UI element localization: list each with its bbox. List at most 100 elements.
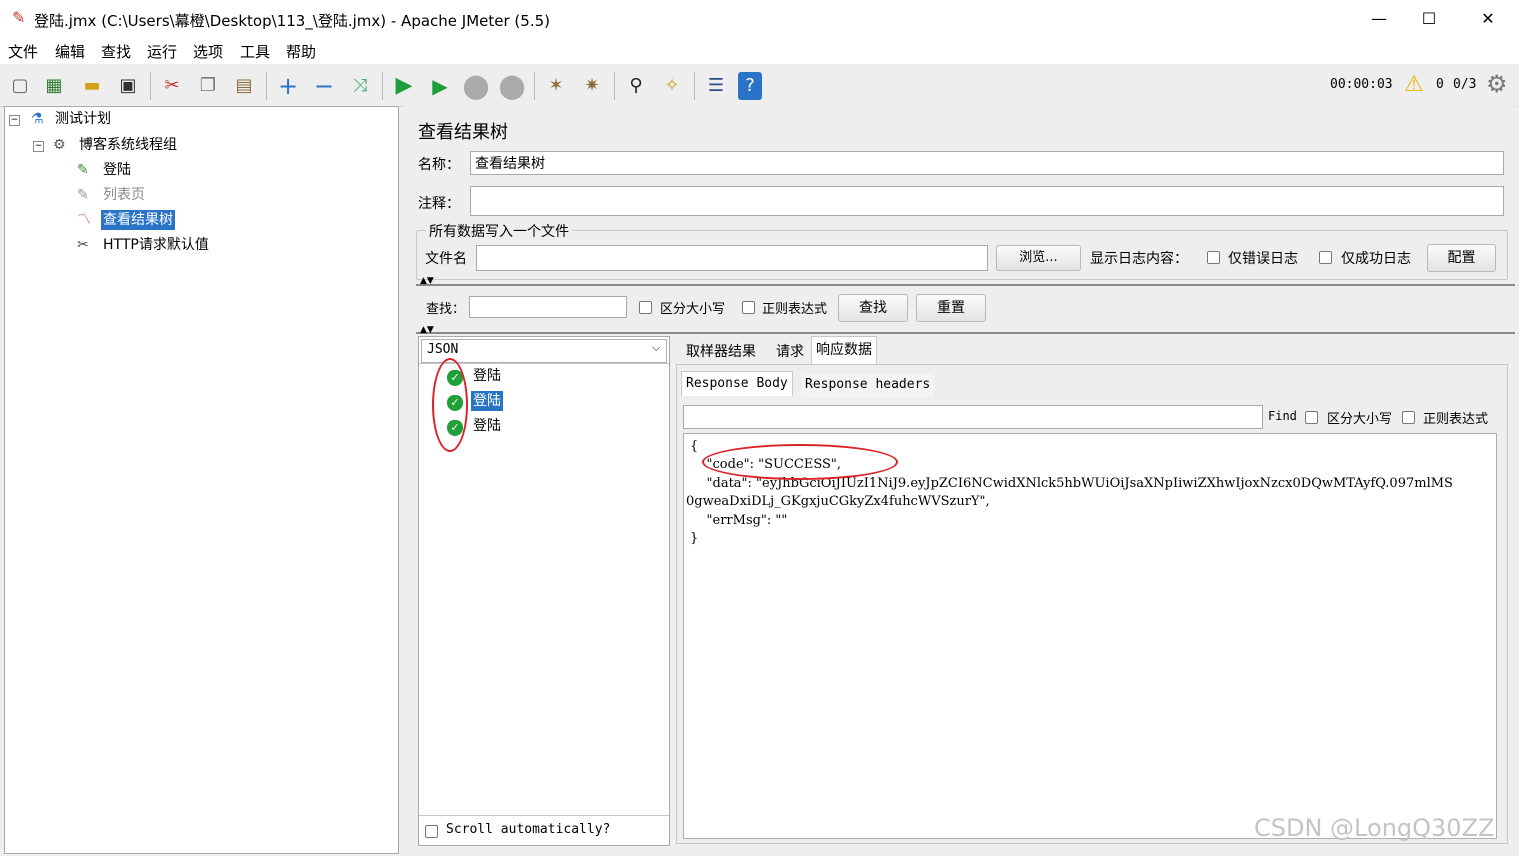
clear-all-icon[interactable]: ✷ bbox=[578, 72, 606, 100]
window-title: 登陆.jmx (C:\Users\幕橙\Desktop\113_\登陆.jmx)… bbox=[34, 12, 550, 30]
stop-icon[interactable]: ⬤ bbox=[462, 72, 490, 100]
filename-label: 文件名 bbox=[425, 251, 467, 267]
minimize-button[interactable]: — bbox=[1356, 4, 1402, 34]
json-line: { bbox=[690, 439, 699, 454]
view-results-tree-panel: 查看结果树 名称： 注释： 所有数据写入一个文件 文件名 浏览... 显示日志内… bbox=[404, 106, 1515, 852]
maximize-button[interactable]: ☐ bbox=[1406, 4, 1452, 34]
jmeter-feather-icon: ✎ bbox=[12, 8, 26, 27]
toggle-icon[interactable]: ⤨ bbox=[346, 72, 374, 100]
result-item-3[interactable]: 登陆 bbox=[473, 416, 501, 436]
renderer-select[interactable]: JSON ⌵ bbox=[421, 339, 667, 363]
filename-field[interactable] bbox=[476, 245, 988, 271]
shutdown-icon[interactable]: ⬤ bbox=[498, 72, 526, 100]
tree-thread-group[interactable]: 博客系统线程组 bbox=[79, 135, 177, 155]
tab-sampler-result[interactable]: 取样器结果 bbox=[682, 340, 760, 364]
success-only-label: 仅成功日志 bbox=[1341, 251, 1411, 267]
elapsed-timer: 00:00:03 bbox=[1330, 77, 1393, 92]
splitter[interactable] bbox=[416, 284, 1515, 286]
tab-response-data[interactable]: 响应数据 bbox=[811, 336, 877, 365]
paste-icon[interactable]: ▤ bbox=[230, 72, 258, 100]
search-label: 查找： bbox=[426, 302, 466, 317]
close-button[interactable]: ✕ bbox=[1465, 4, 1511, 34]
save-icon[interactable]: ▣ bbox=[114, 72, 142, 100]
find-case-checkbox[interactable] bbox=[1305, 411, 1318, 424]
search-icon[interactable]: ⚲ bbox=[622, 72, 650, 100]
name-field[interactable] bbox=[470, 151, 1504, 175]
find-in-body-field[interactable] bbox=[683, 405, 1263, 429]
browse-button[interactable]: 浏览... bbox=[996, 245, 1081, 271]
case-sensitive-checkbox[interactable] bbox=[639, 301, 652, 314]
regex-checkbox[interactable] bbox=[742, 301, 755, 314]
collapse-thread-group-icon[interactable]: − bbox=[33, 141, 44, 152]
result-item-2[interactable]: 登陆 bbox=[471, 391, 503, 411]
find-regex-checkbox[interactable] bbox=[1402, 411, 1415, 424]
clear-icon[interactable]: ✶ bbox=[542, 72, 570, 100]
warning-count: 0 bbox=[1436, 77, 1444, 92]
result-item-1[interactable]: 登陆 bbox=[473, 366, 501, 386]
errors-only-checkbox[interactable] bbox=[1207, 251, 1220, 264]
comment-field[interactable] bbox=[470, 186, 1504, 216]
find-case-label: 区分大小写 bbox=[1327, 412, 1393, 427]
tree-sampler-list[interactable]: 列表页 bbox=[103, 185, 145, 205]
test-plan-tree: − ⚗ 测试计划 − ⚙ 博客系统线程组 ✎ 登陆 ✎ 列表页 〽 查看结果树 … bbox=[4, 106, 399, 854]
sampler-icon: ✎ bbox=[77, 162, 89, 178]
disabled-sampler-icon: ✎ bbox=[77, 187, 89, 203]
tab-request[interactable]: 请求 bbox=[772, 340, 808, 364]
menu-bar: 文件 编辑 查找 运行 选项 工具 帮助 bbox=[0, 38, 1519, 64]
reset-search-icon[interactable]: ✧ bbox=[658, 72, 686, 100]
reset-button[interactable]: 重置 bbox=[916, 294, 986, 322]
find-regex-label: 正则表达式 bbox=[1423, 412, 1489, 427]
subtab-response-body[interactable]: Response Body bbox=[681, 371, 793, 396]
menu-file[interactable]: 文件 bbox=[8, 41, 38, 62]
scroll-auto-label: Scroll automatically? bbox=[446, 822, 611, 837]
test-plan-icon: ⚗ bbox=[31, 111, 44, 127]
menu-edit[interactable]: 编辑 bbox=[55, 41, 85, 62]
menu-tools[interactable]: 工具 bbox=[240, 41, 270, 62]
menu-options[interactable]: 选项 bbox=[193, 41, 223, 62]
new-icon[interactable]: ▢ bbox=[6, 72, 34, 100]
start-icon[interactable]: ▶ bbox=[390, 72, 418, 100]
subtab-response-headers[interactable]: Response headers bbox=[801, 373, 935, 397]
templates-icon[interactable]: ▦ bbox=[40, 72, 68, 100]
warning-icon[interactable]: ⚠ bbox=[1404, 72, 1424, 97]
tree-test-plan[interactable]: 测试计划 bbox=[55, 109, 111, 129]
expand-icon[interactable]: + bbox=[274, 72, 302, 100]
toolbar: ▢ ▦ ▬ ▣ ✂ ❐ ▤ + − ⤨ ▶ ▶ ⬤ ⬤ ✶ ✷ ⚲ ✧ ☰ ? … bbox=[0, 66, 1519, 107]
annotation-ellipse-results bbox=[432, 358, 468, 452]
annotation-ellipse-code bbox=[702, 444, 898, 480]
menu-run[interactable]: 运行 bbox=[147, 41, 177, 62]
tree-http-defaults[interactable]: HTTP请求默认值 bbox=[103, 235, 209, 255]
errors-only-label: 仅错误日志 bbox=[1228, 251, 1298, 267]
start-no-pauses-icon[interactable]: ▶ bbox=[426, 72, 454, 100]
menu-search[interactable]: 查找 bbox=[101, 41, 131, 62]
scroll-auto-checkbox[interactable] bbox=[425, 825, 438, 838]
response-body-area[interactable]: { "code": "SUCCESS", "data": "eyJhbGciOi… bbox=[683, 433, 1497, 839]
configure-button[interactable]: 配置 bbox=[1427, 244, 1496, 272]
name-label: 名称： bbox=[418, 157, 460, 173]
copy-icon[interactable]: ❐ bbox=[194, 72, 222, 100]
tree-sampler-login[interactable]: 登陆 bbox=[103, 160, 131, 180]
tree-listener[interactable]: 查看结果树 bbox=[101, 210, 175, 230]
help-icon[interactable]: ? bbox=[738, 72, 762, 100]
file-group-label: 所有数据写入一个文件 bbox=[426, 221, 572, 241]
active-threads: 0/3 bbox=[1453, 77, 1477, 92]
function-helper-icon[interactable]: ☰ bbox=[702, 72, 730, 100]
cut-icon[interactable]: ✂ bbox=[158, 72, 186, 100]
menu-help[interactable]: 帮助 bbox=[286, 41, 316, 62]
open-icon[interactable]: ▬ bbox=[78, 72, 106, 100]
splitter-arrows-icon[interactable]: ▲▼ bbox=[420, 276, 434, 286]
panel-title: 查看结果树 bbox=[418, 122, 508, 143]
json-line: 0gweaDxiDLj_GKgxjuCGkyZx4fuhcWVSzurY", bbox=[686, 494, 990, 509]
log-content-label: 显示日志内容： bbox=[1090, 251, 1188, 267]
find-button[interactable]: 查找 bbox=[838, 294, 908, 322]
case-sensitive-label: 区分大小写 bbox=[660, 302, 726, 317]
collapse-icon[interactable]: − bbox=[310, 72, 338, 100]
search-field[interactable] bbox=[469, 296, 627, 318]
config-element-icon: ✂ bbox=[77, 237, 89, 253]
json-line: } bbox=[690, 531, 699, 546]
splitter2-arrows-icon[interactable]: ▲▼ bbox=[420, 325, 434, 335]
detail-panel: 取样器结果 请求 响应数据 Response Body Response hea… bbox=[674, 334, 1512, 844]
success-only-checkbox[interactable] bbox=[1319, 251, 1332, 264]
collapse-plan-icon[interactable]: − bbox=[9, 115, 20, 126]
remote-status-icon: ⚙ bbox=[1486, 70, 1508, 98]
